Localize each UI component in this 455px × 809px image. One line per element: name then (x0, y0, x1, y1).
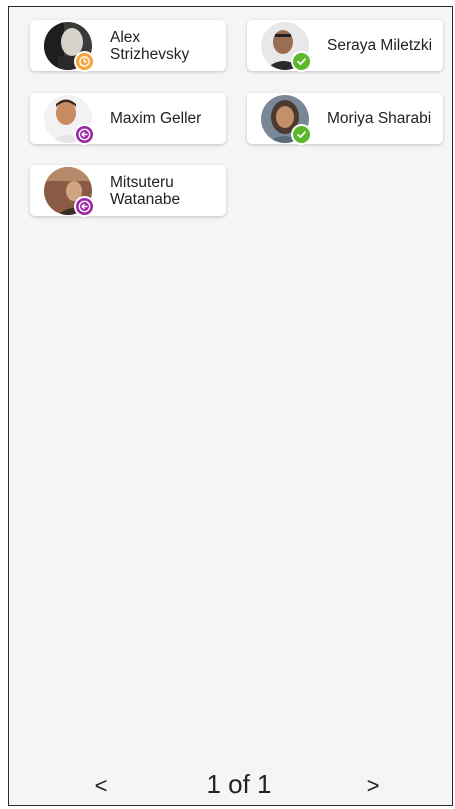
arrow-left-icon (78, 128, 91, 141)
people-panel: Alex Strizhevsky Seraya Miletzki Maxim G… (8, 6, 453, 806)
page-status: 1 of 1 (206, 769, 272, 799)
next-page-button[interactable]: > (363, 773, 383, 799)
person-name: Seraya Miletzki (327, 37, 433, 54)
person-card-maxim-geller[interactable]: Maxim Geller (30, 93, 226, 145)
prev-page-button[interactable]: < (91, 773, 111, 799)
person-name: Alex Strizhevsky (110, 28, 190, 63)
person-card-mitsuteru-watanabe[interactable]: Mitsuteru Watanabe (30, 165, 226, 217)
status-badge-approved (291, 124, 312, 145)
person-card-seraya-miletzki[interactable]: Seraya Miletzki (247, 20, 443, 72)
clock-icon (79, 56, 90, 67)
avatar-container (44, 22, 95, 72)
status-badge-returning (74, 124, 95, 145)
person-name: Moriya Sharabi (327, 110, 432, 127)
person-name: Maxim Geller (110, 110, 202, 127)
pagination: < 1 of 1 > (9, 767, 452, 807)
avatar-container (44, 95, 95, 145)
person-name: Mitsuteru Watanabe (110, 173, 181, 208)
status-badge-returning (74, 196, 95, 217)
arrow-left-icon (78, 200, 91, 213)
avatar-container (261, 22, 312, 72)
status-badge-pending (74, 51, 95, 72)
avatar-container (261, 95, 312, 145)
check-icon (297, 58, 306, 65)
avatar-container (44, 167, 95, 217)
status-badge-approved (291, 51, 312, 72)
check-icon (297, 131, 306, 138)
person-card-moriya-sharabi[interactable]: Moriya Sharabi (247, 93, 443, 145)
person-card-alex-strizhevsky[interactable]: Alex Strizhevsky (30, 20, 226, 72)
